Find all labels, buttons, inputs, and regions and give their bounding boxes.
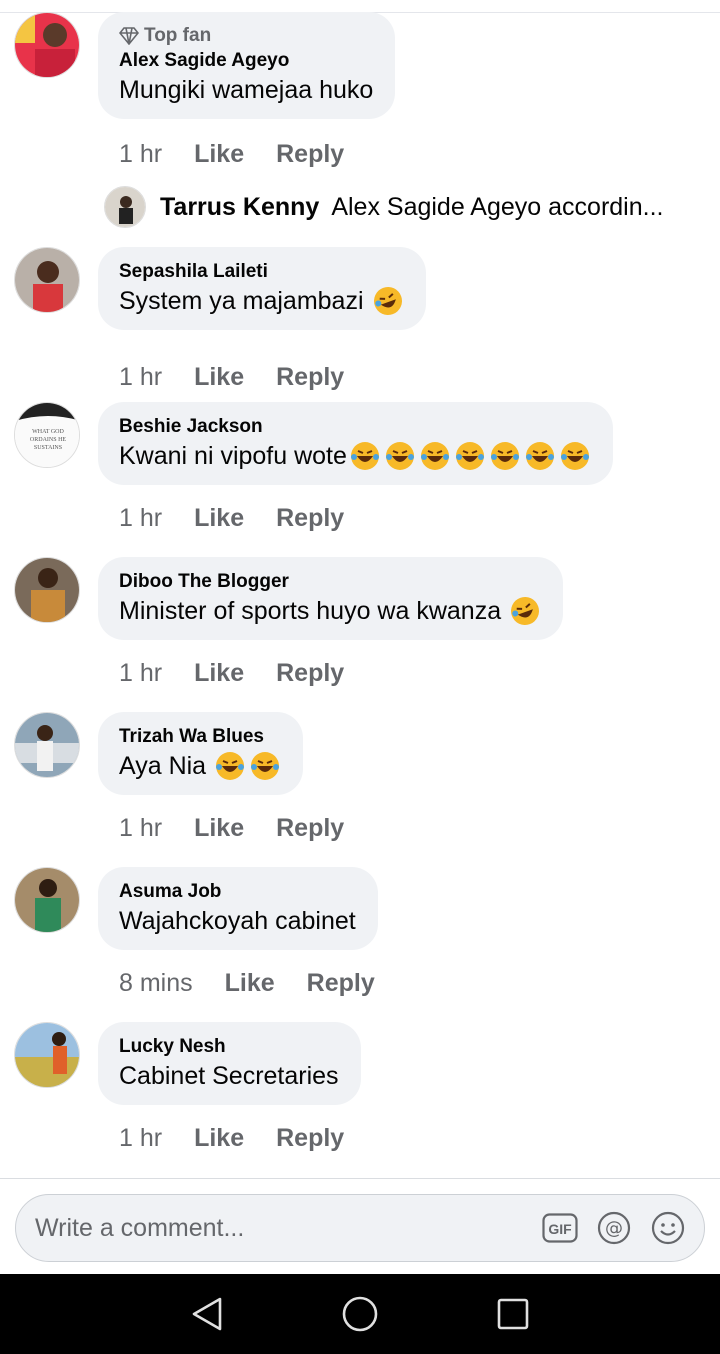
comment-time[interactable]: 1 hr bbox=[119, 363, 162, 392]
comment-bubble[interactable]: Trizah Wa Blues Aya Nia bbox=[98, 712, 304, 795]
comment-author[interactable]: Lucky Nesh bbox=[119, 1035, 339, 1059]
comment-actions: 1 hr Like Reply bbox=[119, 814, 344, 843]
reply-button[interactable]: Reply bbox=[276, 363, 344, 392]
comment-time[interactable]: 1 hr bbox=[119, 1124, 162, 1153]
svg-text:@: @ bbox=[605, 1218, 623, 1239]
comment-text: Kwani ni vipofu wote bbox=[119, 442, 347, 470]
comment-author[interactable]: Diboo The Blogger bbox=[119, 570, 541, 594]
comment-text: Cabinet Secretaries bbox=[119, 1062, 339, 1090]
like-button[interactable]: Like bbox=[194, 363, 244, 392]
recents-icon[interactable] bbox=[493, 1294, 533, 1334]
laughing-emoji-icon bbox=[385, 442, 414, 470]
comment-author[interactable]: Trizah Wa Blues bbox=[119, 725, 281, 749]
mention-icon[interactable]: @ bbox=[596, 1210, 632, 1246]
emoji-icon[interactable] bbox=[650, 1210, 686, 1246]
avatar[interactable] bbox=[14, 247, 80, 313]
comment-actions: 1 hr Like Reply bbox=[119, 504, 344, 533]
comment-bubble[interactable]: Diboo The Blogger Minister of sports huy… bbox=[98, 557, 564, 640]
emoji-row bbox=[349, 440, 591, 472]
like-button[interactable]: Like bbox=[194, 504, 244, 533]
like-button[interactable]: Like bbox=[194, 1124, 244, 1153]
comment-author[interactable]: Asuma Job bbox=[119, 880, 356, 904]
comment-text: Minister of sports huyo wa kwanza bbox=[119, 597, 502, 625]
svg-text:ORDAINS HE: ORDAINS HE bbox=[30, 437, 67, 443]
diamond-icon bbox=[119, 27, 139, 45]
avatar[interactable]: WHAT GOD ORDAINS HE SUSTAINS bbox=[14, 402, 80, 468]
comment-composer-bar: GIF @ bbox=[0, 1178, 720, 1274]
laughing-emoji-icon bbox=[490, 442, 519, 470]
comment-author[interactable]: Sepashila Laileti bbox=[119, 260, 404, 284]
reply-button[interactable]: Reply bbox=[276, 814, 344, 843]
comment-bubble[interactable]: Sepashila Laileti System ya majambazi bbox=[98, 247, 426, 330]
gif-icon[interactable]: GIF bbox=[542, 1210, 578, 1246]
laughing-emoji-icon bbox=[560, 442, 589, 470]
composer-icons: GIF @ bbox=[542, 1210, 686, 1246]
laughing-emoji-icon bbox=[455, 442, 484, 470]
badge-label: Top fan bbox=[144, 25, 212, 46]
comment-time[interactable]: 1 hr bbox=[119, 814, 162, 843]
comment-composer[interactable]: GIF @ bbox=[15, 1194, 705, 1262]
comments-feed: Top fan Alex Sagide Ageyo Mungiki wameja… bbox=[0, 0, 720, 1178]
reply-button[interactable]: Reply bbox=[276, 659, 344, 688]
svg-text:WHAT GOD: WHAT GOD bbox=[32, 429, 64, 435]
back-icon[interactable] bbox=[187, 1294, 227, 1334]
laughing-emoji-icon bbox=[525, 442, 554, 470]
top-fan-badge: Top fan bbox=[119, 25, 373, 47]
comment-bubble[interactable]: Lucky Nesh Cabinet Secretaries bbox=[98, 1022, 361, 1105]
comment-bubble[interactable]: Top fan Alex Sagide Ageyo Mungiki wameja… bbox=[98, 12, 396, 119]
reply-avatar[interactable] bbox=[104, 186, 146, 228]
comment-bubble[interactable]: Asuma Job Wajahckoyah cabinet bbox=[98, 867, 378, 950]
laughing-emoji-icon bbox=[251, 752, 280, 780]
comment-text: Mungiki wamejaa huko bbox=[119, 76, 374, 104]
comment-author[interactable]: Beshie Jackson bbox=[119, 415, 591, 439]
emoji-row bbox=[509, 595, 541, 627]
avatar[interactable] bbox=[14, 12, 80, 78]
comment-actions: 8 mins Like Reply bbox=[119, 969, 375, 998]
like-button[interactable]: Like bbox=[225, 969, 275, 998]
avatar[interactable] bbox=[14, 712, 80, 778]
reply-preview[interactable]: Tarrus Kenny Alex Sagide Ageyo accordin.… bbox=[104, 186, 663, 228]
reply-button[interactable]: Reply bbox=[276, 140, 344, 169]
reply-button[interactable]: Reply bbox=[276, 1124, 344, 1153]
like-button[interactable]: Like bbox=[194, 814, 244, 843]
laughing-emoji-icon bbox=[420, 442, 449, 470]
reply-author[interactable]: Tarrus Kenny bbox=[160, 193, 319, 222]
rofl-emoji-icon bbox=[373, 287, 402, 315]
comment-time[interactable]: 1 hr bbox=[119, 140, 162, 169]
comment-input[interactable] bbox=[35, 1213, 542, 1243]
svg-text:GIF: GIF bbox=[548, 1221, 572, 1237]
rofl-emoji-icon bbox=[511, 597, 540, 625]
like-button[interactable]: Like bbox=[194, 140, 244, 169]
avatar[interactable] bbox=[14, 867, 80, 933]
reply-button[interactable]: Reply bbox=[307, 969, 375, 998]
comment-text: System ya majambazi bbox=[119, 287, 364, 315]
comment-actions: 1 hr Like Reply bbox=[119, 140, 344, 169]
comment-actions: 1 hr Like Reply bbox=[119, 1124, 344, 1153]
comment-time[interactable]: 8 mins bbox=[119, 969, 193, 998]
comment-author[interactable]: Alex Sagide Ageyo bbox=[119, 49, 373, 73]
system-navbar bbox=[0, 1274, 720, 1354]
comment-text: Aya Nia bbox=[119, 752, 207, 780]
comment-time[interactable]: 1 hr bbox=[119, 504, 162, 533]
comment-bubble[interactable]: Beshie Jackson Kwani ni vipofu wote bbox=[98, 402, 613, 485]
reply-button[interactable]: Reply bbox=[276, 504, 344, 533]
laughing-emoji-icon bbox=[216, 752, 245, 780]
like-button[interactable]: Like bbox=[194, 659, 244, 688]
svg-text:SUSTAINS: SUSTAINS bbox=[34, 445, 62, 451]
comment-actions: 1 hr Like Reply bbox=[119, 363, 344, 392]
avatar[interactable] bbox=[14, 557, 80, 623]
emoji-row bbox=[372, 285, 404, 317]
comment-time[interactable]: 1 hr bbox=[119, 659, 162, 688]
reply-text: Alex Sagide Ageyo accordin... bbox=[331, 192, 664, 221]
emoji-row bbox=[214, 750, 281, 782]
laughing-emoji-icon bbox=[350, 442, 379, 470]
comment-text: Wajahckoyah cabinet bbox=[119, 907, 356, 935]
comment-actions: 1 hr Like Reply bbox=[119, 659, 344, 688]
home-icon[interactable] bbox=[340, 1294, 380, 1334]
avatar[interactable] bbox=[14, 1022, 80, 1088]
